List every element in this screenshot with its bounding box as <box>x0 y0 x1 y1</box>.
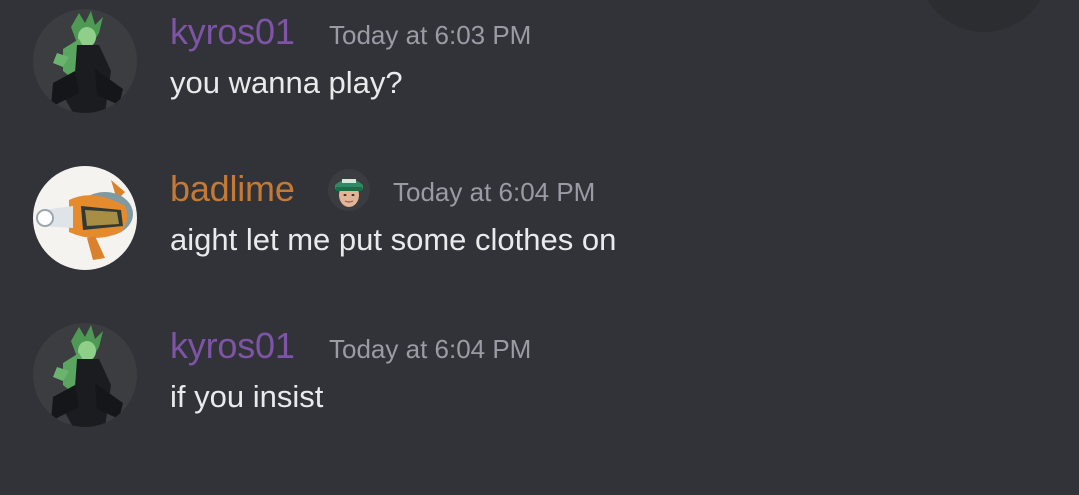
message-content: aight let me put some clothes on <box>170 222 617 257</box>
green-haired-character-avatar-icon <box>33 9 137 113</box>
message-content: you wanna play? <box>170 65 403 100</box>
timestamp[interactable]: Today at 6:04 PM <box>329 332 531 366</box>
koi-fish-avatar-icon <box>33 166 137 270</box>
message-item: badlime Today at 6:04 PM aight let me pu… <box>0 166 1079 296</box>
avatar[interactable] <box>33 166 137 270</box>
timestamp[interactable]: Today at 6:03 PM <box>329 18 531 52</box>
username[interactable]: badlime <box>170 166 295 212</box>
username[interactable]: kyros01 <box>170 323 295 369</box>
username[interactable]: kyros01 <box>170 9 295 55</box>
avatar[interactable] <box>33 323 137 427</box>
green-haired-character-avatar-icon <box>33 323 137 427</box>
message-content: if you insist <box>170 379 324 414</box>
message-item: kyros01 Today at 6:04 PM if you insist <box>0 323 1079 453</box>
person-in-green-cap-emoji-icon <box>328 169 370 211</box>
message-item: kyros01 Today at 6:03 PM you wanna play? <box>0 9 1079 139</box>
timestamp[interactable]: Today at 6:04 PM <box>393 175 595 209</box>
avatar[interactable] <box>33 9 137 113</box>
